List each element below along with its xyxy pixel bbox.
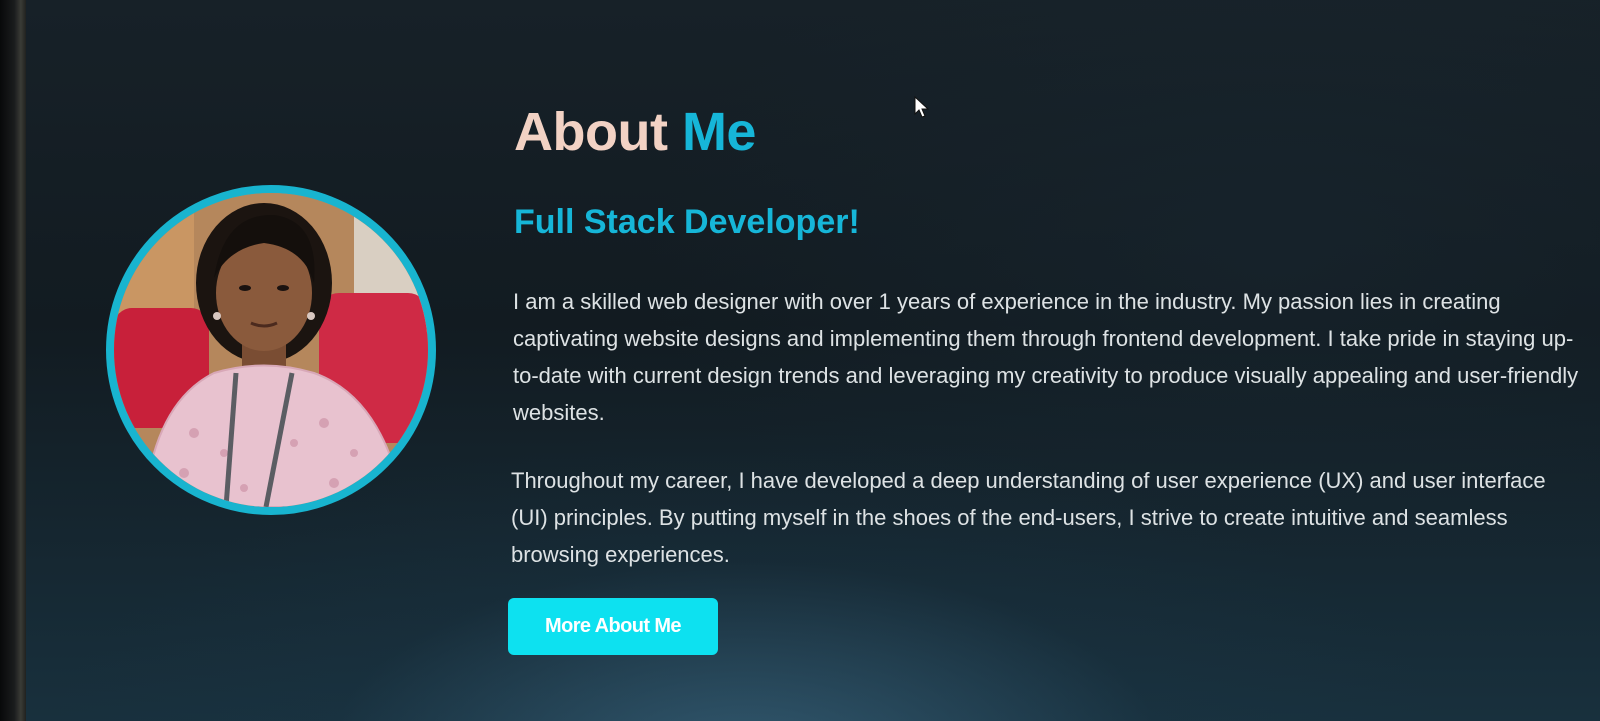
role-subtitle: Full Stack Developer! — [514, 203, 860, 241]
page-title: About Me — [514, 100, 756, 164]
about-section: About Me Full Stack Developer! I am a sk… — [26, 0, 1600, 721]
more-about-me-button[interactable]: More About Me — [508, 598, 718, 655]
title-me: Me — [681, 102, 757, 162]
mouse-cursor-icon — [914, 96, 930, 118]
monitor-bezel — [0, 0, 26, 721]
title-about: About — [514, 102, 668, 162]
profile-photo — [106, 185, 436, 515]
profile-photo-illustration — [114, 193, 428, 507]
bio-paragraph-1: I am a skilled web designer with over 1 … — [513, 289, 1579, 425]
bio-paragraph-2: Throughout my career, I have developed a… — [511, 468, 1546, 567]
